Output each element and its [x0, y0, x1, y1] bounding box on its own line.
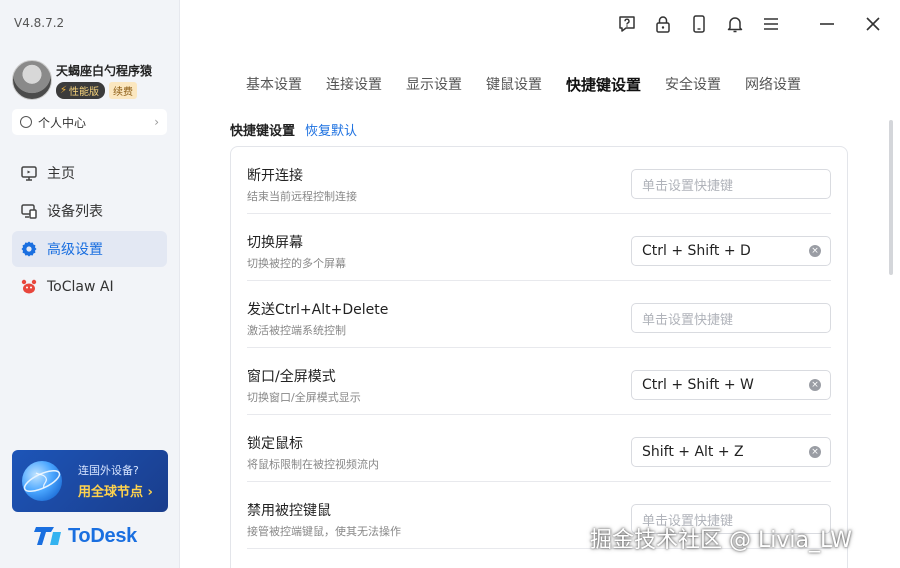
sidebar-item-label: ToClaw AI	[47, 279, 114, 295]
crab-icon	[20, 278, 38, 296]
devices-icon	[20, 202, 38, 220]
shortcut-row-lock-mouse: 锁定鼠标 将鼠标限制在被控视频流内 Shift + Alt + Z ×	[247, 415, 831, 482]
tab-basic[interactable]: 基本设置	[246, 74, 302, 95]
shortcut-description: 结束当前远程控制连接	[247, 190, 357, 203]
hotkey-value: Ctrl + Shift + D	[642, 243, 751, 259]
monitor-icon	[20, 164, 38, 182]
clear-icon[interactable]: ×	[809, 379, 821, 391]
user-name: 天蝎座白勺程序猿	[56, 63, 153, 78]
user-profile[interactable]: 天蝎座白勺程序猿 ⚡ 性能版 续费	[12, 60, 152, 100]
bell-icon[interactable]	[723, 12, 747, 36]
clear-icon[interactable]: ×	[809, 245, 821, 257]
hotkey-input[interactable]: 单击设置快捷键	[631, 303, 831, 333]
logo-text: ToDesk	[68, 524, 137, 547]
sidebar-item-home[interactable]: 主页	[12, 155, 167, 191]
help-icon[interactable]	[615, 12, 639, 36]
chevron-right-icon: ›	[154, 115, 159, 129]
scrollbar[interactable]	[889, 120, 893, 275]
promo-cta[interactable]: 用全球节点 ›	[78, 481, 153, 500]
app-version: V4.8.7.2	[14, 16, 65, 30]
shortcut-row-window-fullscreen: 窗口/全屏模式 切换窗口/全屏模式显示 Ctrl + Shift + W ×	[247, 348, 831, 415]
shortcut-description: 切换窗口/全屏模式显示	[247, 391, 361, 404]
tab-network[interactable]: 网络设置	[745, 74, 801, 95]
tab-shortcuts[interactable]: 快捷键设置	[566, 74, 641, 95]
sidebar-item-label: 主页	[47, 166, 75, 182]
hotkey-input[interactable]: Shift + Alt + Z ×	[631, 437, 831, 467]
phone-icon[interactable]	[687, 12, 711, 36]
user-icon	[20, 116, 32, 128]
sidebar-nav: 主页 设备列表 高级设置 ToClaw AI	[12, 155, 167, 307]
shortcut-description: 将鼠标限制在被控视频流内	[247, 458, 379, 471]
section-header: 快捷键设置 恢复默认	[230, 120, 357, 139]
shortcut-title: 切换屏幕	[247, 235, 303, 251]
hotkey-value: Shift + Alt + Z	[642, 444, 744, 460]
shortcut-description: 切换被控的多个屏幕	[247, 257, 346, 270]
personal-center-label: 个人中心	[38, 115, 87, 130]
tab-display[interactable]: 显示设置	[406, 74, 462, 95]
shortcut-list: 断开连接 结束当前远程控制连接 单击设置快捷键 切换屏幕 切换被控的多个屏幕 C…	[230, 146, 848, 568]
performance-badge: ⚡ 性能版	[56, 81, 106, 99]
shortcut-row-ctrl-alt-delete: 发送Ctrl+Alt+Delete 激活被控端系统控制 单击设置快捷键	[247, 281, 831, 348]
shortcut-title: 锁定鼠标	[247, 436, 303, 452]
gear-icon	[20, 240, 38, 258]
clear-icon[interactable]: ×	[809, 446, 821, 458]
renew-badge[interactable]: 续费	[109, 81, 138, 99]
hotkey-value: Ctrl + Shift + W	[642, 377, 754, 393]
hotkey-input[interactable]: Ctrl + Shift + D ×	[631, 236, 831, 266]
sidebar-item-devices[interactable]: 设备列表	[12, 193, 167, 229]
todesk-logo: ToDesk	[34, 524, 137, 548]
sidebar-item-label: 设备列表	[47, 204, 103, 220]
tab-keyboard-mouse[interactable]: 键鼠设置	[486, 74, 542, 95]
sidebar-item-advanced-settings[interactable]: 高级设置	[12, 231, 167, 267]
section-title: 快捷键设置	[230, 124, 296, 139]
avatar[interactable]	[12, 60, 52, 100]
shortcut-description: 激活被控端系统控制	[247, 324, 346, 337]
window-toolbar	[615, 12, 897, 36]
shortcut-title: 断开连接	[247, 168, 303, 184]
lock-icon[interactable]	[651, 12, 675, 36]
shortcut-row-switch-screen: 切换屏幕 切换被控的多个屏幕 Ctrl + Shift + D ×	[247, 214, 831, 281]
todesk-logo-icon	[34, 524, 64, 548]
global-node-promo[interactable]: 连国外设备? 用全球节点 ›	[12, 450, 168, 512]
minimize-icon[interactable]	[815, 12, 839, 36]
hotkey-input[interactable]: Ctrl + Shift + W ×	[631, 370, 831, 400]
sidebar: V4.8.7.2 天蝎座白勺程序猿 ⚡ 性能版 续费 个人中心 › 主页 设备列表	[0, 0, 180, 568]
globe-icon	[22, 461, 62, 501]
shortcut-title: 禁用被控键鼠	[247, 503, 331, 519]
menu-icon[interactable]	[759, 12, 783, 36]
sidebar-item-label: 高级设置	[47, 242, 103, 258]
tab-security[interactable]: 安全设置	[665, 74, 721, 95]
shortcut-description: 接管被控端键鼠，使其无法操作	[247, 525, 401, 538]
watermark: 掘金技术社区 @ Livia_LW	[590, 528, 852, 553]
close-icon[interactable]	[861, 12, 885, 36]
shortcut-row-disconnect: 断开连接 结束当前远程控制连接 单击设置快捷键	[247, 147, 831, 214]
sidebar-item-toclaw-ai[interactable]: ToClaw AI	[12, 269, 167, 305]
bolt-icon: ⚡	[60, 84, 68, 96]
shortcut-title: 发送Ctrl+Alt+Delete	[247, 302, 389, 318]
settings-tabs: 基本设置 连接设置 显示设置 键鼠设置 快捷键设置 安全设置 网络设置	[246, 74, 825, 95]
promo-question: 连国外设备?	[78, 464, 139, 477]
restore-defaults-link[interactable]: 恢复默认	[305, 120, 357, 139]
personal-center-button[interactable]: 个人中心 ›	[12, 109, 167, 135]
hotkey-input[interactable]: 单击设置快捷键	[631, 169, 831, 199]
tab-connection[interactable]: 连接设置	[326, 74, 382, 95]
shortcut-title: 窗口/全屏模式	[247, 369, 336, 385]
